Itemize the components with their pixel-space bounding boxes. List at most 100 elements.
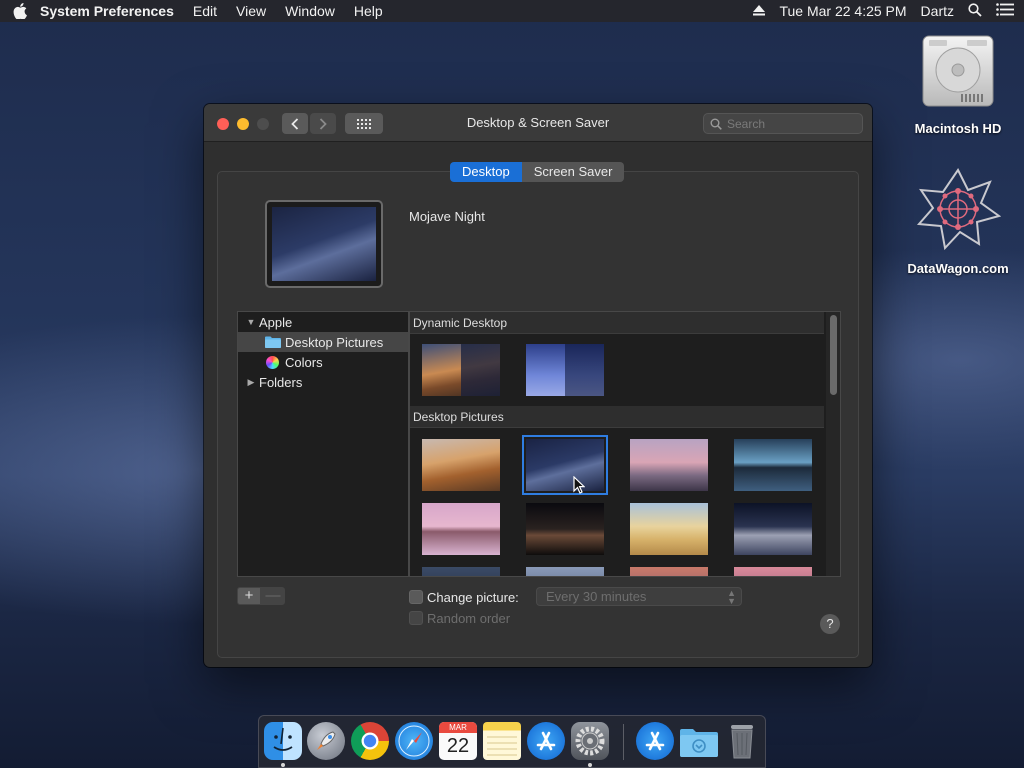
- folder-icon: [265, 336, 281, 348]
- wallpaper-thumbnail-solar-gradients[interactable]: [526, 344, 604, 396]
- add-folder-button[interactable]: +: [237, 587, 261, 605]
- title-bar[interactable]: Desktop & Screen Saver: [204, 104, 872, 142]
- sidebar-item-label: Apple: [259, 314, 293, 330]
- trash-icon[interactable]: [723, 722, 761, 760]
- menu-window[interactable]: Window: [285, 3, 335, 19]
- app-store-icon[interactable]: [636, 722, 674, 760]
- notification-center-icon[interactable]: [996, 3, 1014, 19]
- downloads-folder-icon[interactable]: [679, 722, 718, 760]
- tab-bar: Desktop Screen Saver: [450, 162, 625, 182]
- tab-screen-saver[interactable]: Screen Saver: [521, 162, 625, 182]
- sidebar-item-label: Folders: [259, 374, 303, 390]
- sidebar-item-folders[interactable]: ▶ Folders: [238, 372, 408, 392]
- wallpaper-name: Mojave Night: [409, 209, 485, 224]
- wallpaper-thumbnail-partial[interactable]: [422, 567, 500, 576]
- menu-view[interactable]: View: [236, 3, 266, 19]
- current-wallpaper-preview: [265, 200, 383, 288]
- random-order-checkbox[interactable]: [409, 611, 423, 625]
- dock: MAR 22: [258, 715, 766, 768]
- launchpad-icon[interactable]: [307, 722, 345, 760]
- sidebar-item-apple[interactable]: ▼ Apple: [238, 312, 408, 332]
- running-indicator: [281, 763, 285, 767]
- random-order-label: Random order: [427, 611, 511, 626]
- wallpaper-thumbnail-dunes-day[interactable]: [630, 503, 708, 555]
- menu-edit[interactable]: Edit: [193, 3, 217, 19]
- system-preferences-icon[interactable]: [571, 722, 609, 760]
- chevron-right-icon: [319, 117, 327, 130]
- datawagon-logo-icon: [915, 168, 1002, 255]
- search-field[interactable]: [703, 113, 863, 134]
- menu-bar: System Preferences Edit View Window Help…: [0, 0, 1024, 22]
- add-remove-group: + —: [237, 587, 285, 605]
- scrollbar-thumb[interactable]: [830, 315, 837, 395]
- remove-folder-button[interactable]: —: [261, 587, 285, 605]
- window-title: Desktop & Screen Saver: [466, 115, 610, 130]
- tab-desktop[interactable]: Desktop: [450, 162, 522, 182]
- change-picture-checkbox[interactable]: [409, 590, 423, 604]
- app-store-icon[interactable]: [527, 722, 565, 760]
- hard-drive-icon: [921, 32, 995, 115]
- wallpaper-thumbnail-mojave-day[interactable]: [422, 439, 500, 491]
- dock-separator: [623, 724, 624, 760]
- wallpaper-thumbnail-mojave-dynamic[interactable]: [422, 344, 500, 396]
- safari-icon[interactable]: [395, 722, 433, 760]
- wallpaper-thumbnail-mono-lake-night[interactable]: [526, 503, 604, 555]
- notes-icon[interactable]: [483, 722, 521, 760]
- eject-icon[interactable]: [753, 3, 766, 19]
- user-name[interactable]: Dartz: [921, 3, 954, 19]
- select-value: Every 30 minutes: [546, 589, 647, 604]
- forward-button[interactable]: [310, 113, 336, 134]
- close-button[interactable]: [217, 118, 229, 130]
- wallpaper-preview-image: [272, 207, 376, 281]
- wallpaper-gallery[interactable]: Dynamic Desktop Desktop Pictures: [409, 311, 841, 577]
- grid-icon: [357, 118, 371, 129]
- wallpaper-thumbnail-partial[interactable]: [526, 567, 604, 576]
- wallpaper-thumbnail-dunes-night[interactable]: [734, 503, 812, 555]
- minimize-button[interactable]: [237, 118, 249, 130]
- finder-icon[interactable]: [264, 722, 302, 760]
- running-indicator: [588, 763, 592, 767]
- sidebar-item-desktop-pictures[interactable]: Desktop Pictures: [238, 332, 408, 352]
- desktop-icon-macintosh-hd[interactable]: Macintosh HD: [903, 32, 1013, 136]
- back-button[interactable]: [282, 113, 308, 134]
- sidebar-item-label: Desktop Pictures: [285, 334, 384, 350]
- clock[interactable]: Tue Mar 22 4:25 PM: [779, 3, 906, 19]
- calendar-icon[interactable]: MAR 22: [439, 722, 477, 760]
- wallpaper-thumbnail-lake-mountains[interactable]: [734, 439, 812, 491]
- desktop-icon-label: DataWagon.com: [907, 261, 1009, 276]
- wallpaper-thumbnail-mono-lake-pink[interactable]: [422, 503, 500, 555]
- system-preferences-window: Desktop & Screen Saver Mojave Night ▼ Ap…: [204, 104, 872, 667]
- change-interval-select[interactable]: Every 30 minutes ▲ ▼: [536, 587, 742, 606]
- wallpaper-thumbnail-mojave-night[interactable]: [522, 435, 608, 495]
- wallpaper-thumbnail-desert-pink[interactable]: [630, 439, 708, 491]
- desktop-icon-datawagon[interactable]: DataWagon.com: [903, 168, 1013, 276]
- sidebar-item-label: Colors: [285, 354, 323, 370]
- apple-menu-icon[interactable]: [0, 3, 40, 19]
- sidebar-item-colors[interactable]: Colors: [238, 352, 408, 372]
- section-header-desktop-pictures: Desktop Pictures: [410, 406, 824, 428]
- disclosure-triangle-open-icon[interactable]: ▼: [246, 317, 256, 327]
- disclosure-triangle-closed-icon[interactable]: ▶: [246, 377, 256, 388]
- source-list[interactable]: ▼ Apple Desktop Pictures Colors ▶ Folder…: [237, 311, 409, 577]
- chevron-left-icon: [291, 117, 299, 130]
- gallery-scrollbar[interactable]: [826, 312, 840, 576]
- search-input[interactable]: [727, 116, 847, 131]
- menu-help[interactable]: Help: [354, 3, 383, 19]
- desktop-icon-label: Macintosh HD: [914, 121, 1002, 136]
- mouse-pointer-icon: [573, 475, 586, 499]
- content-panel: Mojave Night ▼ Apple Desktop Pictures Co…: [217, 171, 859, 658]
- select-arrows-icon: ▲ ▼: [727, 588, 736, 606]
- chrome-icon[interactable]: [351, 722, 389, 760]
- help-button[interactable]: ?: [820, 614, 840, 634]
- app-name-menu[interactable]: System Preferences: [40, 3, 174, 19]
- calendar-day: 22: [446, 735, 470, 757]
- calendar-month: MAR: [439, 722, 477, 733]
- wallpaper-thumbnail-partial[interactable]: [734, 567, 812, 576]
- spotlight-search-icon[interactable]: [968, 2, 982, 20]
- zoom-button[interactable]: [257, 118, 269, 130]
- wallpaper-thumbnail-partial[interactable]: [630, 567, 708, 576]
- color-wheel-icon: [266, 355, 279, 369]
- show-all-button[interactable]: [345, 113, 383, 134]
- section-header-dynamic-desktop: Dynamic Desktop: [410, 312, 824, 334]
- search-icon: [710, 118, 722, 130]
